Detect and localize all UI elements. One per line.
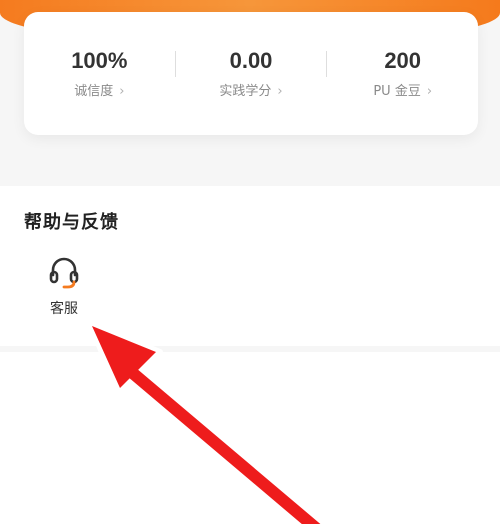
customer-service-label: 客服 xyxy=(50,301,78,317)
chevron-right-icon: › xyxy=(119,83,125,99)
headset-icon xyxy=(44,252,84,292)
stat-credits-label-row: 实践学分 › xyxy=(219,84,282,100)
chevron-right-icon: › xyxy=(426,83,433,99)
stat-beans[interactable]: 200 PU 金豆 › xyxy=(327,12,478,135)
stat-divider xyxy=(326,50,328,77)
stat-beans-label-row: PU 金豆 › xyxy=(373,84,432,100)
page: 100% 诚信度 › 0.00 实践学分 › 200 PU 金豆 › 帮助与反馈… xyxy=(0,0,500,524)
section-title: 帮助与反馈 xyxy=(24,212,119,233)
stat-beans-label: PU 金豆 xyxy=(373,83,421,99)
arrow-shape xyxy=(87,320,327,524)
chevron-right-icon: › xyxy=(277,83,283,99)
stat-integrity-label-row: 诚信度 › xyxy=(74,84,124,100)
stat-integrity-label: 诚信度 xyxy=(74,83,114,99)
stat-integrity[interactable]: 100% 诚信度 › xyxy=(24,12,175,135)
stat-credits[interactable]: 0.00 实践学分 › xyxy=(176,12,327,135)
customer-service-button[interactable]: 客服 xyxy=(34,252,94,322)
help-feedback-section: 帮助与反馈 客服 xyxy=(0,186,500,346)
stat-integrity-value: 100% xyxy=(71,47,128,73)
stats-card: 100% 诚信度 › 0.00 实践学分 › 200 PU 金豆 › xyxy=(24,12,478,135)
stat-divider xyxy=(174,50,176,77)
stat-credits-label: 实践学分 xyxy=(219,83,272,99)
top-area: 100% 诚信度 › 0.00 实践学分 › 200 PU 金豆 › xyxy=(0,0,500,188)
stat-beans-value: 200 xyxy=(384,47,422,73)
section-divider-band xyxy=(0,346,500,352)
stat-credits-value: 0.00 xyxy=(229,47,273,73)
